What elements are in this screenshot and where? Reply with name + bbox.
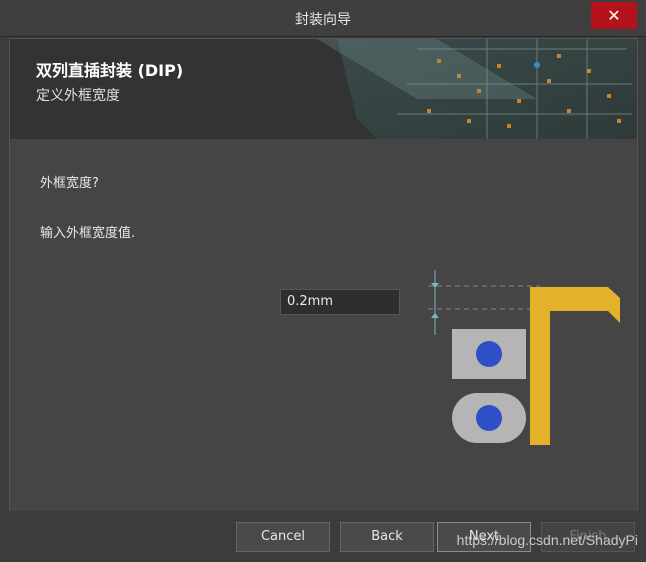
wizard-panel: 双列直插封装 (DIP) 定义外框宽度 外框宽度? 输入外框宽度值. 0.2mm — [9, 38, 638, 512]
watermark: https://blog.csdn.net/ShadyPi — [456, 532, 638, 548]
back-button[interactable]: Back — [340, 522, 434, 552]
page-subtitle: 定义外框宽度 — [36, 88, 120, 104]
dimension-lines — [428, 270, 540, 335]
pcb-banner-image — [317, 39, 637, 139]
title-bar: 封装向导 ✕ — [0, 0, 646, 37]
button-bar: Cancel Back Next Finish https://blog.csd… — [0, 511, 646, 562]
pad-hole-1 — [476, 341, 502, 367]
close-button[interactable]: ✕ — [591, 2, 637, 29]
question-label: 外框宽度? — [40, 176, 99, 191]
header-banner: 双列直插封装 (DIP) 定义外框宽度 — [10, 39, 637, 139]
cancel-button[interactable]: Cancel — [236, 522, 330, 552]
instruction-label: 输入外框宽度值. — [40, 226, 136, 241]
outline-width-input[interactable]: 0.2mm — [280, 289, 400, 315]
page-title: 双列直插封装 (DIP) — [36, 61, 184, 80]
pad-hole-2 — [476, 405, 502, 431]
window-title: 封装向导 — [295, 12, 351, 28]
silkscreen-outline — [530, 287, 620, 445]
outline-width-diagram — [428, 270, 620, 445]
